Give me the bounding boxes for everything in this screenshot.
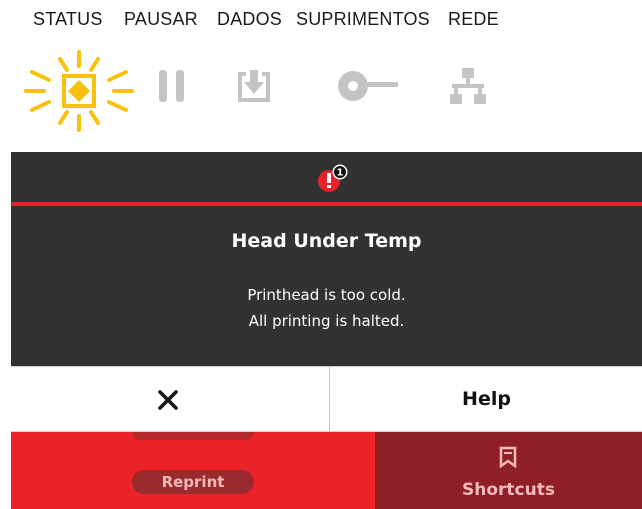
tab-pausar-label[interactable]: PAUSAR <box>124 9 198 30</box>
background-left-tile: Reprint <box>11 432 375 509</box>
close-icon <box>158 390 178 410</box>
close-button[interactable] <box>11 367 330 431</box>
alert-exclamation-icon[interactable]: 1 <box>315 164 355 194</box>
background-pill <box>132 432 254 440</box>
tab-status-label[interactable]: STATUS <box>33 9 103 30</box>
tab-dados-label[interactable]: DADOS <box>217 9 282 30</box>
alert-count-badge: 1 <box>337 168 344 179</box>
alert-title: Head Under Temp <box>231 230 422 252</box>
shortcuts-tile[interactable]: Shortcuts <box>375 432 642 509</box>
reprint-button[interactable]: Reprint <box>132 470 254 494</box>
bookmark-icon <box>499 446 517 468</box>
pause-icon[interactable] <box>156 66 188 106</box>
status-menu-labels: STATUS PAUSAR DADOS SUPRIMENTOS REDE <box>0 0 642 40</box>
status-sun-icon[interactable] <box>24 50 134 132</box>
alert-message-line2: All printing is halted. <box>248 312 405 330</box>
help-button[interactable]: Help <box>331 367 642 431</box>
tab-suprimentos-label[interactable]: SUPRIMENTOS <box>296 9 430 30</box>
tab-rede-label[interactable]: REDE <box>448 9 499 30</box>
alert-divider <box>11 202 642 206</box>
status-menu-icons <box>0 44 642 139</box>
alert-message-line1: Printhead is too cold. <box>247 286 406 304</box>
data-download-icon[interactable] <box>232 66 274 106</box>
network-icon[interactable] <box>450 66 486 106</box>
supplies-ribbon-icon[interactable] <box>336 68 400 106</box>
shortcuts-label: Shortcuts <box>462 480 555 500</box>
background-home-screen: Reprint Shortcuts <box>11 432 642 509</box>
alert-actions: Help <box>11 366 642 432</box>
alert-panel: 1 Head Under Temp Printhead is too cold.… <box>11 152 642 366</box>
alert-header: 1 <box>11 152 642 202</box>
